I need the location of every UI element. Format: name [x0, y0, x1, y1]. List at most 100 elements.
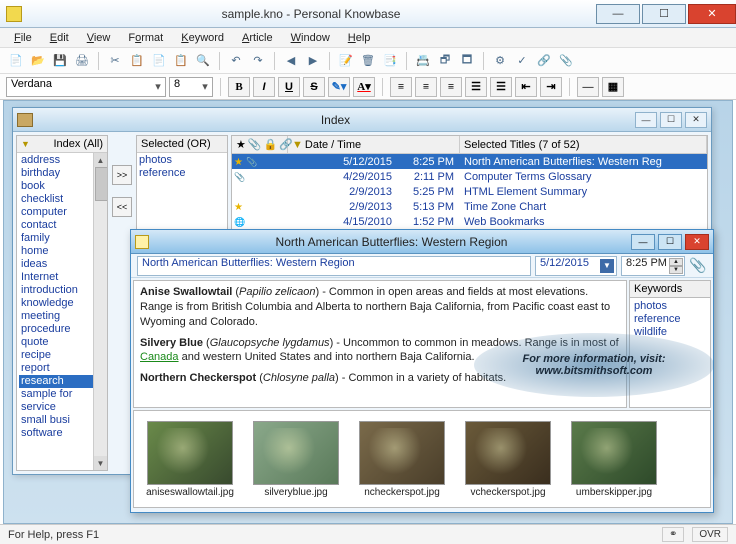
calendar-dropdown-icon[interactable]: ▼	[600, 259, 614, 273]
highlight-button[interactable]: ✎▾	[328, 77, 350, 97]
article-keyword-item[interactable]: photos	[634, 300, 706, 313]
table-row[interactable]: 🌐4/15/20101:52 PMWeb Bookmarks	[232, 214, 707, 229]
article-min-button[interactable]: —	[631, 234, 655, 250]
thumbnail[interactable]: aniseswallowtail.jpg	[142, 421, 238, 498]
copy-article-icon[interactable]: 📑	[380, 51, 400, 71]
nav-back-icon[interactable]: ◀	[281, 51, 301, 71]
menu-edit[interactable]: Edit	[42, 30, 77, 46]
article-max-button[interactable]: ☐	[658, 234, 682, 250]
scroll-down-icon[interactable]: ▼	[94, 456, 107, 470]
strike-button[interactable]: S	[303, 77, 325, 97]
article-keyword-list[interactable]: photosreferencewildlife	[629, 298, 711, 408]
remove-keyword-button[interactable]: <<	[112, 197, 132, 217]
numbers-button[interactable]: ☰	[490, 77, 512, 97]
time-spinner[interactable]: ▲▼	[669, 258, 683, 274]
selected-keyword-item[interactable]: photos	[139, 154, 225, 167]
find-icon[interactable]: 🔍	[193, 51, 213, 71]
align-left-button[interactable]: ≡	[390, 77, 412, 97]
index-close-button[interactable]: ✕	[685, 112, 707, 128]
table-row[interactable]: ★2/9/20135:13 PMTime Zone Chart	[232, 199, 707, 214]
article-window: North American Butterflies: Western Regi…	[130, 229, 714, 513]
article-titlebar[interactable]: North American Butterflies: Western Regi…	[131, 230, 713, 254]
new-icon[interactable]: 📄	[6, 51, 26, 71]
table-row[interactable]: 2/9/20135:25 PMHTML Element Summary	[232, 184, 707, 199]
fontsize-dropdown[interactable]: 8 ▾	[169, 77, 213, 97]
new-article-icon[interactable]: 📝	[336, 51, 356, 71]
italic-button[interactable]: I	[253, 77, 275, 97]
article-keyword-item[interactable]: reference	[634, 313, 706, 326]
attach-icon[interactable]: 📎	[556, 51, 576, 71]
menu-format[interactable]: Format	[120, 30, 171, 46]
thumbnail[interactable]: vcheckerspot.jpg	[460, 421, 556, 498]
time-input[interactable]: 8:25 PM ▲▼	[621, 256, 685, 276]
thumbnail[interactable]: silveryblue.jpg	[248, 421, 344, 498]
article-keyword-item[interactable]: wildlife	[634, 326, 706, 339]
date-col-header[interactable]: ▼ Date / Time	[288, 136, 460, 153]
cascade-icon[interactable]: 🗗	[435, 51, 455, 71]
canada-link[interactable]: Canada	[140, 351, 179, 363]
index-min-button[interactable]: —	[635, 112, 657, 128]
minimize-button[interactable]: —	[596, 4, 640, 24]
thumbnail-image	[465, 421, 551, 485]
menu-window[interactable]: Window	[283, 30, 338, 46]
table-row[interactable]: ★📎5/12/20158:25 PMNorth American Butterf…	[232, 154, 707, 169]
article-close-button[interactable]: ✕	[685, 234, 709, 250]
cut-icon[interactable]: ✂	[105, 51, 125, 71]
outdent-button[interactable]: ⇤	[515, 77, 537, 97]
save-icon[interactable]: 💾	[50, 51, 70, 71]
table-button[interactable]: ▦	[602, 77, 624, 97]
redo-icon[interactable]: ↷	[248, 51, 268, 71]
menu-article[interactable]: Article	[234, 30, 281, 46]
menu-file[interactable]: File	[6, 30, 40, 46]
article-body[interactable]: Anise Swallowtail (Papilio zelicaon) - C…	[133, 280, 627, 408]
close-button[interactable]: ✕	[688, 4, 736, 24]
selected-keyword-item[interactable]: reference	[139, 167, 225, 180]
title-input[interactable]: North American Butterflies: Western Regi…	[137, 256, 531, 276]
attachment-icon[interactable]: 📎	[689, 256, 707, 276]
scrollbar[interactable]: ▲ ▼	[93, 153, 107, 470]
tile-icon[interactable]: 🗖	[457, 51, 477, 71]
align-center-button[interactable]: ≡	[415, 77, 437, 97]
copy-icon[interactable]: 📋	[127, 51, 147, 71]
scroll-up-icon[interactable]: ▲	[94, 153, 107, 167]
add-keyword-button[interactable]: >>	[112, 165, 132, 185]
nav-fwd-icon[interactable]: ▶	[303, 51, 323, 71]
scroll-thumb[interactable]	[95, 167, 107, 201]
main-toolbar: 📄 📂 💾 🖨 ✂ 📋 📄 📋 🔍 ↶ ↷ ◀ ▶ 📝 🗑 📑 📇 🗗 🗖 ⚙ …	[0, 48, 736, 74]
undo-icon[interactable]: ↶	[226, 51, 246, 71]
table-row[interactable]: 📎4/29/20152:11 PMComputer Terms Glossary	[232, 169, 707, 184]
spellcheck-icon[interactable]: ✓	[512, 51, 532, 71]
menu-help[interactable]: Help	[340, 30, 379, 46]
print-icon[interactable]: 🖨	[72, 51, 92, 71]
underline-button[interactable]: U	[278, 77, 300, 97]
bullets-button[interactable]: ☰	[465, 77, 487, 97]
paste-special-icon[interactable]: 📋	[171, 51, 191, 71]
selected-header[interactable]: Selected (OR)	[137, 136, 227, 153]
bold-button[interactable]: B	[228, 77, 250, 97]
menu-view[interactable]: View	[79, 30, 119, 46]
index-header[interactable]: ▼ Index (All)	[17, 136, 107, 153]
paste-icon[interactable]: 📄	[149, 51, 169, 71]
hr-button[interactable]: —	[577, 77, 599, 97]
thumbnails-strip[interactable]: aniseswallowtail.jpgsilveryblue.jpgnchec…	[133, 410, 711, 508]
index-max-button[interactable]: ☐	[660, 112, 682, 128]
indent-button[interactable]: ⇥	[540, 77, 562, 97]
selected-list[interactable]: photosreference	[137, 153, 227, 181]
index-icon[interactable]: 📇	[413, 51, 433, 71]
maximize-button[interactable]: ☐	[642, 4, 686, 24]
align-right-button[interactable]: ≡	[440, 77, 462, 97]
menu-keyword[interactable]: Keyword	[173, 30, 232, 46]
font-value: Verdana	[11, 78, 52, 90]
thumbnail[interactable]: ncheckerspot.jpg	[354, 421, 450, 498]
delete-icon[interactable]: 🗑	[358, 51, 378, 71]
icons-col-header[interactable]: ★ 📎 🔒 🔗	[232, 136, 288, 153]
fontcolor-button[interactable]: A▾	[353, 77, 375, 97]
open-icon[interactable]: 📂	[28, 51, 48, 71]
index-titlebar[interactable]: Index — ☐ ✕	[13, 108, 711, 132]
titles-col-header[interactable]: Selected Titles (7 of 52)	[460, 136, 707, 153]
options-icon[interactable]: ⚙	[490, 51, 510, 71]
font-dropdown[interactable]: Verdana ▾	[6, 77, 166, 97]
link-icon[interactable]: 🔗	[534, 51, 554, 71]
thumbnail[interactable]: umberskipper.jpg	[566, 421, 662, 498]
date-input[interactable]: 5/12/2015 ▼	[535, 256, 617, 276]
